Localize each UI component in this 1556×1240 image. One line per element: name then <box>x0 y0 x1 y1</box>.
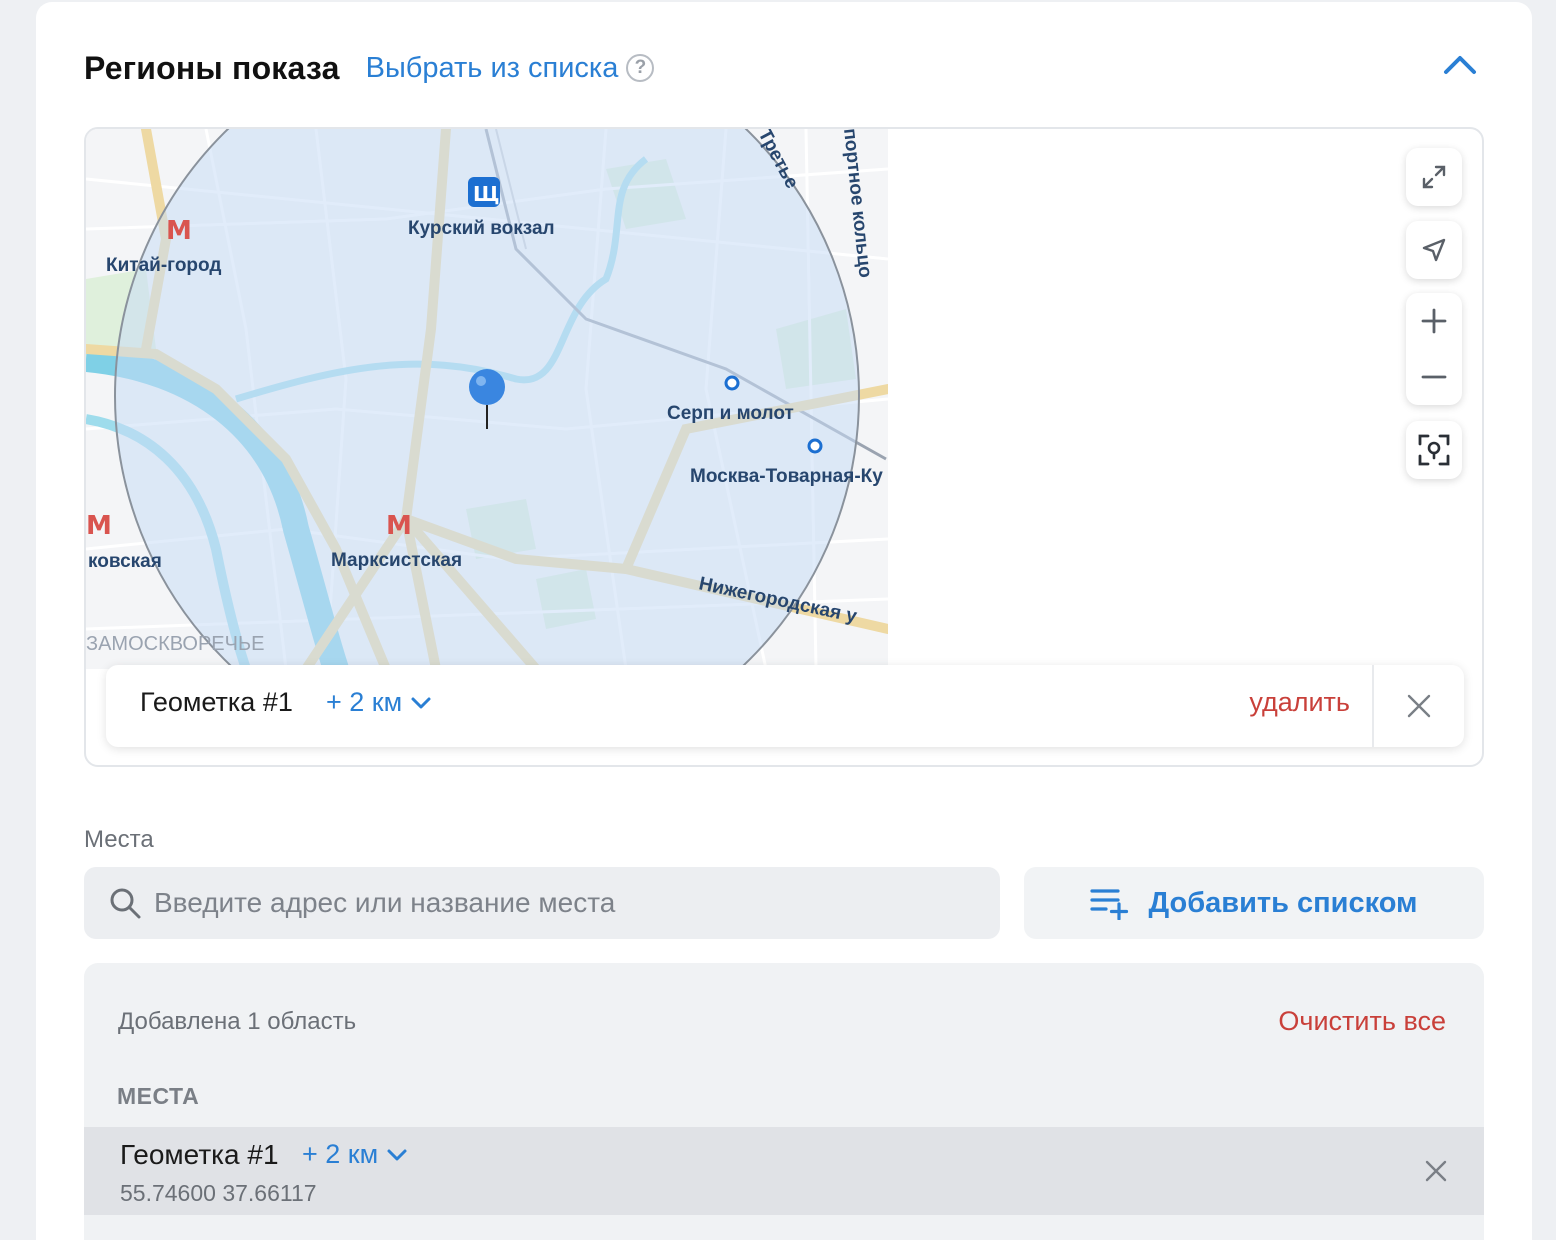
zoom-out-icon[interactable] <box>1419 362 1449 392</box>
focus-pin-button[interactable] <box>1406 421 1462 479</box>
geomark-close-button[interactable] <box>1374 665 1464 747</box>
page-title: Регионы показа <box>84 49 340 86</box>
chevron-down-icon <box>411 697 431 708</box>
map-container: M M M Щ Китай-город Курский вокзал Серп … <box>84 127 1484 767</box>
search-input[interactable] <box>154 887 954 919</box>
regions-count: Добавлена 1 область <box>118 1008 357 1035</box>
map-label-moskva-tov: Москва-Товарная-Ку <box>690 466 883 487</box>
places-label: Места <box>84 826 154 853</box>
map-canvas[interactable]: M M M Щ Китай-город Курский вокзал Серп … <box>86 129 888 669</box>
close-icon <box>1425 1160 1447 1182</box>
geomark-radius-dropdown[interactable]: + 2 км <box>326 687 432 718</box>
search-field[interactable] <box>84 867 1000 939</box>
svg-text:Щ: Щ <box>473 182 500 206</box>
rail-stop-icon <box>724 375 740 391</box>
zoom-in-icon[interactable] <box>1419 306 1449 336</box>
map-label-kovskaya: ковская <box>88 551 162 572</box>
geolocation-button[interactable] <box>1406 221 1462 279</box>
close-icon <box>1407 694 1431 718</box>
chevron-down-icon <box>387 1149 407 1160</box>
expand-icon <box>1422 165 1446 189</box>
geomark-name: Геометка #1 <box>140 687 293 717</box>
geomark-delete-button[interactable]: удалить <box>1249 687 1350 718</box>
zoom-control <box>1406 293 1462 405</box>
metro-icon: M <box>86 511 112 541</box>
collapse-button[interactable] <box>1438 44 1482 84</box>
add-list-button[interactable]: Добавить списком <box>1024 867 1484 939</box>
place-radius-label: + 2 км <box>302 1139 379 1169</box>
list-add-icon <box>1090 889 1129 920</box>
rail-stop-icon <box>807 438 823 454</box>
clear-all-button[interactable]: Очистить все <box>1278 1006 1446 1037</box>
choose-from-list-link[interactable]: Выбрать из списка <box>366 52 619 85</box>
section-heading: МЕСТА <box>117 1083 200 1109</box>
focus-pin-icon <box>1418 434 1450 466</box>
map-label-kitay-gorod: Китай-город <box>106 255 221 276</box>
regions-header: Регионы показа Выбрать из списка ? <box>84 44 655 92</box>
place-remove-button[interactable] <box>1414 1149 1458 1193</box>
fullscreen-button[interactable] <box>1406 148 1462 206</box>
map-label-serp: Серп и молот <box>667 403 794 424</box>
add-list-label: Добавить списком <box>1148 886 1418 919</box>
map-label-marksistskaya: Марксистская <box>331 550 462 571</box>
place-radius-dropdown[interactable]: + 2 км <box>302 1139 408 1170</box>
geomark-bar: Геометка #1 + 2 км удалить <box>106 665 1464 747</box>
metro-icon: M <box>166 216 192 246</box>
search-icon <box>110 888 141 919</box>
place-name: Геометка #1 <box>120 1139 279 1170</box>
map-label-kursky: Курский вокзал <box>408 218 555 239</box>
metro-icon: M <box>386 511 412 541</box>
list-item[interactable]: Геометка #1 + 2 км 55.74600 37.66117 <box>84 1127 1484 1215</box>
question-circle-icon[interactable]: ? <box>626 54 655 82</box>
geomark-radius-label: + 2 км <box>326 687 403 717</box>
chevron-up-icon <box>1444 56 1476 74</box>
place-coordinates: 55.74600 37.66117 <box>120 1180 317 1206</box>
locate-arrow-icon <box>1422 238 1446 262</box>
selected-regions-panel: Добавлена 1 область Очистить все МЕСТА Г… <box>84 963 1484 1240</box>
map-label-zamoskvorechye: ЗАМОСКВОРЕЧЬЕ <box>86 633 264 655</box>
map-view[interactable]: M M M Щ Китай-город Курский вокзал Серп … <box>86 129 888 669</box>
